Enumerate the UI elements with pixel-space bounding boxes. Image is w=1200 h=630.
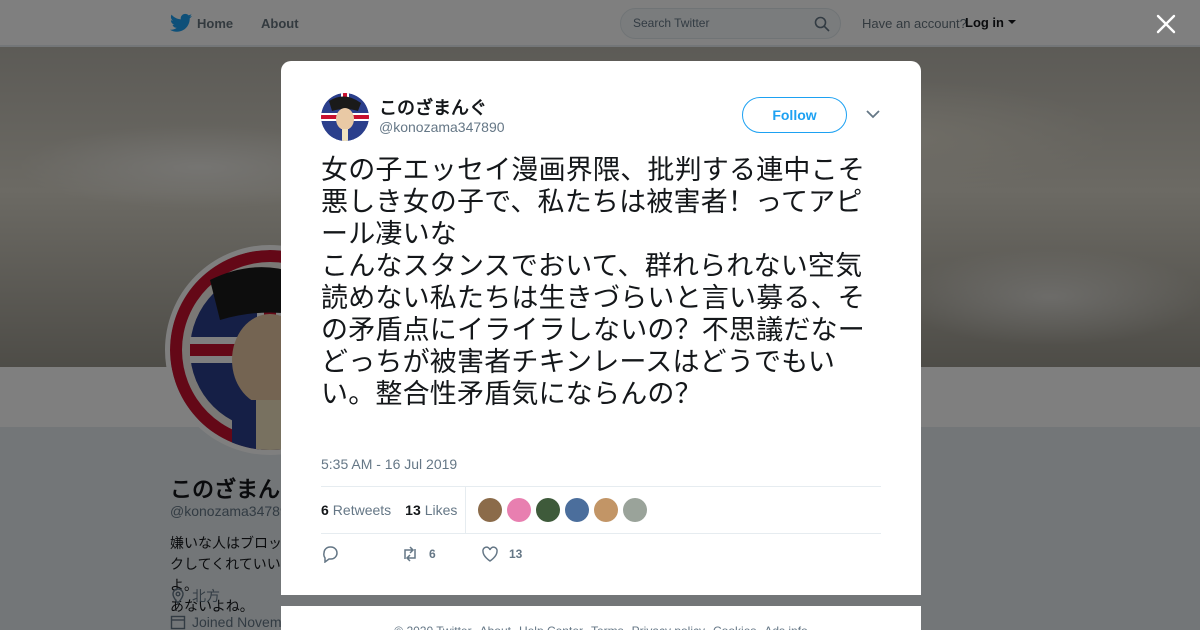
follow-button[interactable]: Follow [742,97,847,133]
union-jack-portrait-image [321,93,369,141]
reply-button[interactable] [321,545,401,563]
liker-avatar[interactable] [507,498,531,522]
stats-separator [465,487,466,533]
footer-link[interactable]: Ads info [764,624,807,630]
tweet-modal: このざまんぐ @konozama347890 Follow 女の子エッセイ漫画界… [281,61,921,595]
liker-avatar[interactable] [536,498,560,522]
retweet-count: 6 [429,547,436,561]
likes-count[interactable]: 13 [405,502,421,518]
liker-avatar[interactable] [594,498,618,522]
retweets-count[interactable]: 6 [321,502,329,518]
like-count: 13 [509,547,523,561]
heart-icon [482,546,498,562]
tweet-text: 女の子エッセイ漫画界隈、批判する連中こそ悪しき女の子で、私たちは被害者！ってアピ… [321,155,865,409]
tweet-actions: 6 13 [321,545,561,563]
footer-link[interactable]: © 2020 Twitter [394,624,471,630]
tweet-stats: 6 Retweets 13 Likes [321,502,457,518]
likes-label[interactable]: Likes [425,502,458,518]
close-icon[interactable] [1154,12,1178,36]
liker-avatar[interactable] [623,498,647,522]
chevron-down-icon[interactable] [866,109,880,119]
author-handle[interactable]: @konozama347890 [379,119,505,135]
footer-link[interactable]: Help Center [519,624,583,630]
retweet-icon [404,546,416,562]
footer-link[interactable]: Cookies [713,624,756,630]
liker-avatars [478,498,647,522]
retweet-button[interactable]: 6 [401,545,481,563]
liker-avatar[interactable] [478,498,502,522]
footer-link[interactable]: Privacy policy [632,624,705,630]
author-name[interactable]: このざまんぐ [379,94,487,120]
divider [321,533,881,534]
divider [321,486,881,487]
footer-link[interactable]: About [480,624,511,630]
retweets-label[interactable]: Retweets [333,502,391,518]
footer-link[interactable]: Terms [591,624,624,630]
liker-avatar[interactable] [565,498,589,522]
like-button[interactable]: 13 [481,545,561,563]
tweet-timestamp[interactable]: 5:35 AM - 16 Jul 2019 [321,456,457,472]
footer-links: © 2020 Twitter About Help Center Terms Priva… [281,606,921,630]
reply-icon [323,546,338,563]
author-avatar[interactable] [321,93,369,141]
